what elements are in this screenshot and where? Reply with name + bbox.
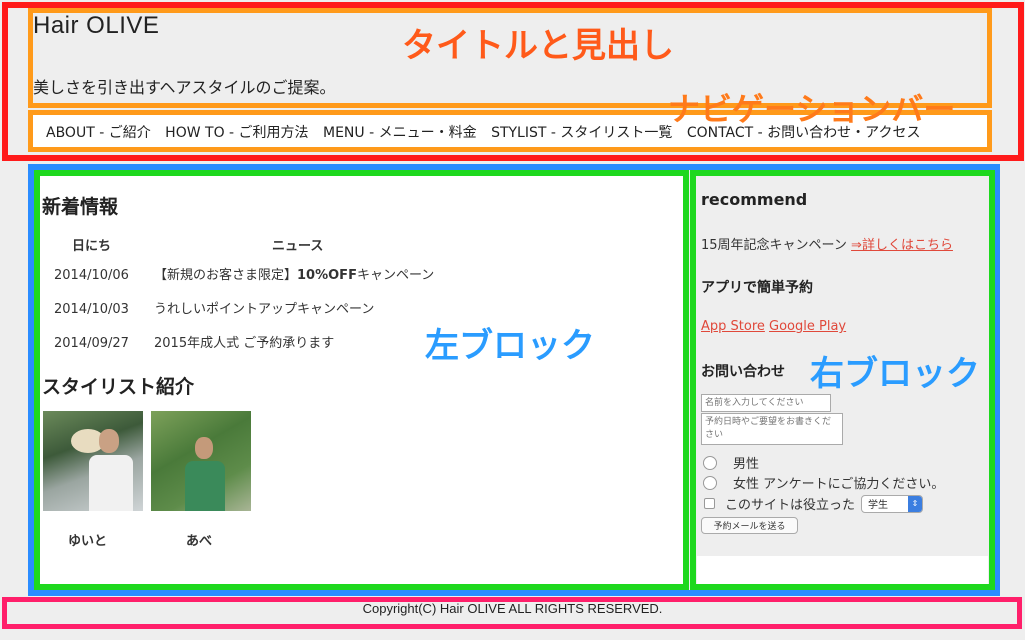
face-shape bbox=[99, 429, 119, 453]
message-textarea[interactable] bbox=[701, 413, 843, 445]
annotation-title-label: タイトルと見出し bbox=[402, 26, 674, 66]
submit-button[interactable]: 予約メールを送る bbox=[701, 517, 798, 534]
annotation-right-label: 右ブロック bbox=[810, 354, 980, 394]
news-heading: 新着情報 bbox=[42, 196, 119, 218]
useful-checkbox[interactable] bbox=[704, 498, 715, 509]
radio-row-male: 男性 bbox=[703, 453, 759, 472]
recommend-heading: recommend bbox=[701, 190, 808, 209]
campaign-line: 15周年記念キャンペーン ⇒詳しくはこちら bbox=[701, 234, 953, 253]
face-shape bbox=[195, 437, 213, 459]
nav-bar: ABOUT - ご紹介 HOW TO - ご利用方法 MENU - メニュー・料… bbox=[46, 122, 930, 142]
female-radio[interactable] bbox=[703, 475, 717, 490]
nav-item-contact[interactable]: CONTACT - お問い合わせ・アクセス bbox=[687, 125, 921, 141]
news-row: 2014/09/27 2015年成人式 ご予約承ります bbox=[54, 332, 334, 351]
news-col-date: 日にち bbox=[72, 239, 112, 254]
stylist-name: あべ bbox=[186, 534, 213, 549]
radio-row-female: 女性 アンケートにご協力ください。 bbox=[703, 473, 944, 492]
male-radio-label: 男性 bbox=[733, 457, 760, 472]
news-date: 2014/10/06 bbox=[54, 268, 129, 283]
right-block-bottom bbox=[697, 556, 988, 584]
stylist-photo[interactable] bbox=[43, 411, 143, 511]
google-play-link[interactable]: Google Play bbox=[769, 319, 846, 334]
nav-item-about[interactable]: ABOUT - ご紹介 bbox=[46, 125, 151, 141]
body-shape bbox=[185, 461, 225, 511]
site-tagline: 美しさを引き出すヘアスタイルのご提案。 bbox=[33, 78, 336, 97]
checkbox-row: このサイトは役立った 学生 ⇕ bbox=[704, 494, 924, 513]
stylist-photo[interactable] bbox=[151, 411, 251, 511]
select-arrows-icon: ⇕ bbox=[908, 495, 923, 512]
name-input[interactable] bbox=[701, 394, 831, 412]
news-text: うれしいポイントアップキャンペーン bbox=[154, 302, 375, 317]
news-date: 2014/09/27 bbox=[54, 336, 129, 351]
site-title[interactable]: Hair OLIVE bbox=[33, 12, 159, 40]
occupation-select[interactable]: 学生 ⇕ bbox=[861, 494, 924, 513]
news-text: 【新規のお客さま限定】 bbox=[154, 268, 298, 283]
app-heading: アプリで簡単予約 bbox=[701, 280, 813, 296]
useful-checkbox-label: このサイトは役立った bbox=[725, 498, 856, 513]
nav-item-menu[interactable]: MENU - メニュー・料金 bbox=[323, 125, 477, 141]
news-text: キャンペーン bbox=[356, 268, 435, 283]
app-links: App Store Google Play bbox=[701, 319, 846, 334]
nav-item-howto[interactable]: HOW TO - ご利用方法 bbox=[165, 125, 308, 141]
news-row: 2014/10/03 うれしいポイントアップキャンペーン bbox=[54, 298, 374, 317]
body-shape bbox=[89, 455, 133, 511]
nav-item-stylist[interactable]: STYLIST - スタイリスト一覧 bbox=[491, 125, 672, 141]
annotation-left-label: 左ブロック bbox=[425, 326, 595, 366]
female-radio-label: 女性 bbox=[733, 477, 760, 492]
occupation-select-value: 学生 bbox=[868, 500, 889, 511]
news-row: 2014/10/06 【新規のお客さま限定】10%OFFキャンペーン bbox=[54, 264, 434, 283]
news-col-news: ニュース bbox=[272, 239, 324, 254]
campaign-text: 15周年記念キャンペーン bbox=[701, 238, 847, 253]
footer-copyright: Copyright(C) Hair OLIVE ALL RIGHTS RESER… bbox=[362, 601, 663, 616]
contact-heading: お問い合わせ bbox=[701, 364, 785, 380]
stylist-heading: スタイリスト紹介 bbox=[42, 376, 195, 398]
survey-text: アンケートにご協力ください。 bbox=[763, 477, 945, 492]
news-text-bold: 10%OFF bbox=[297, 268, 357, 283]
stylist-name: ゆいと bbox=[68, 534, 108, 549]
campaign-link[interactable]: ⇒詳しくはこちら bbox=[851, 238, 953, 253]
app-store-link[interactable]: App Store bbox=[701, 319, 765, 334]
male-radio[interactable] bbox=[703, 455, 717, 470]
news-date: 2014/10/03 bbox=[54, 302, 129, 317]
news-text: 2015年成人式 ご予約承ります bbox=[154, 336, 335, 351]
